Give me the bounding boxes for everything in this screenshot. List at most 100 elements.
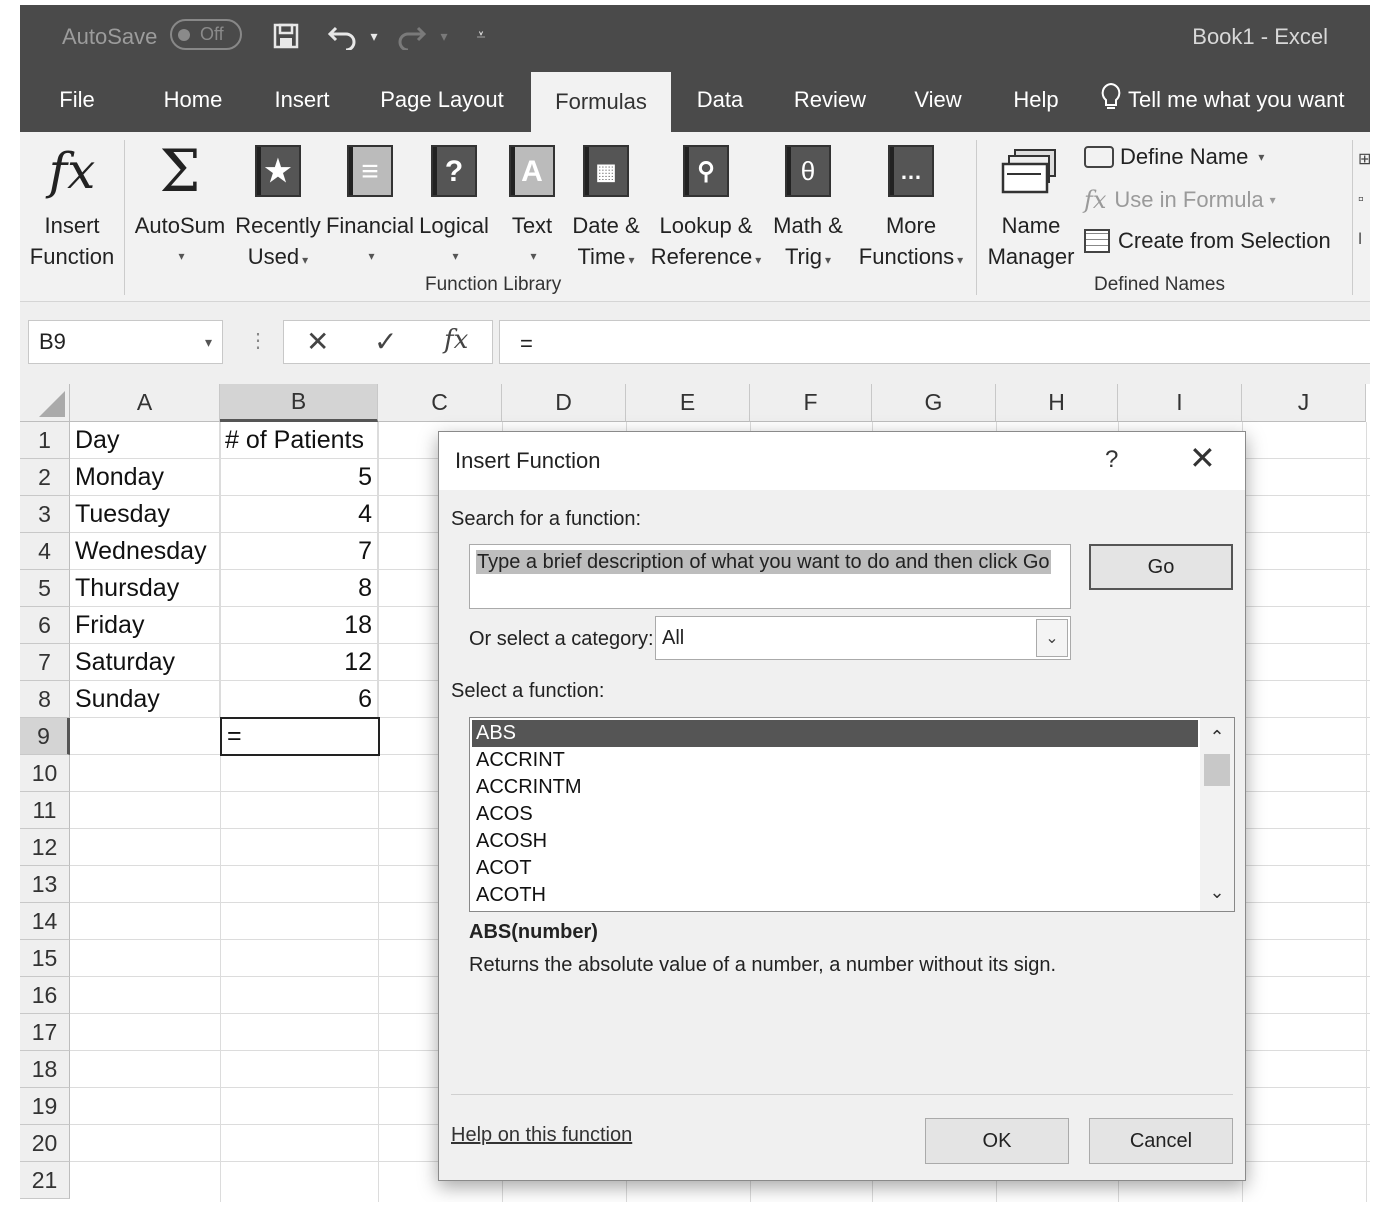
autosave-toggle[interactable]: Off (170, 19, 242, 50)
row-header[interactable]: 4 (20, 533, 70, 570)
row-header[interactable]: 19 (20, 1088, 70, 1125)
dialog-help-button[interactable]: ? (1105, 446, 1118, 474)
row-header[interactable]: 15 (20, 940, 70, 977)
dialog-close-icon[interactable]: ✕ (1189, 442, 1216, 474)
more-functions-button[interactable]: … More Functions ▾ (852, 132, 970, 276)
recently-used-button[interactable]: ★ Recently Used ▾ (234, 132, 322, 276)
row-header[interactable]: 17 (20, 1014, 70, 1051)
financial-button[interactable]: ≡ Financial ▾ (324, 132, 416, 272)
ok-button[interactable]: OK (925, 1118, 1069, 1164)
select-all-corner[interactable] (20, 384, 70, 422)
row-header[interactable]: 2 (20, 459, 70, 496)
row-header[interactable]: 21 (20, 1162, 70, 1199)
cell-b1[interactable]: # of Patients (220, 422, 378, 459)
row-header[interactable]: 12 (20, 829, 70, 866)
function-list-scrollbar[interactable]: ⌃ ⌄ (1200, 718, 1234, 911)
cell-b7[interactable]: 12 (220, 644, 378, 681)
cell-b3[interactable]: 4 (220, 496, 378, 533)
cell-a2[interactable]: Monday (70, 459, 220, 496)
row-header[interactable]: 5 (20, 570, 70, 607)
column-header-c[interactable]: C (378, 384, 502, 422)
list-item[interactable]: ACCRINT (472, 747, 1198, 774)
tab-view[interactable]: View (904, 68, 972, 132)
create-from-selection-button[interactable]: Create from Selection (1084, 228, 1331, 254)
cancel-button[interactable]: Cancel (1089, 1118, 1233, 1164)
cell-a3[interactable]: Tuesday (70, 496, 220, 533)
column-header-h[interactable]: H (996, 384, 1118, 422)
insert-function-button[interactable]: fx Insert Function (24, 132, 120, 272)
function-list[interactable]: ABS ACCRINT ACCRINTM ACOS ACOSH ACOT ACO… (469, 717, 1235, 912)
row-header[interactable]: 10 (20, 755, 70, 792)
cell-a1[interactable]: Day (70, 422, 220, 459)
cell-a7[interactable]: Saturday (70, 644, 220, 681)
cell-b4[interactable]: 7 (220, 533, 378, 570)
cell-b8[interactable]: 6 (220, 681, 378, 718)
row-header[interactable]: 7 (20, 644, 70, 681)
row-header[interactable]: 20 (20, 1125, 70, 1162)
tab-formulas[interactable]: Formulas (531, 72, 671, 132)
help-on-function-link[interactable]: Help on this function (451, 1124, 632, 1147)
name-manager-button[interactable]: Name Manager (982, 132, 1080, 272)
insert-function-fx-icon[interactable]: fx (444, 325, 468, 355)
text-button[interactable]: A Text ▾ (502, 132, 562, 272)
row-header[interactable]: 6 (20, 607, 70, 644)
lookup-reference-button[interactable]: ⚲ Lookup & Reference ▾ (648, 132, 764, 276)
row-header[interactable]: 9 (20, 718, 70, 755)
list-item-selected[interactable]: ABS (472, 720, 1198, 747)
scroll-down-icon[interactable]: ⌄ (1200, 877, 1234, 907)
redo-dropdown-icon[interactable]: ▾ (434, 19, 454, 53)
tab-file[interactable]: File (42, 68, 112, 132)
tab-data[interactable]: Data (684, 68, 756, 132)
column-header-f[interactable]: F (750, 384, 872, 422)
row-header[interactable]: 13 (20, 866, 70, 903)
list-item[interactable]: ACOSH (472, 828, 1198, 855)
tab-home[interactable]: Home (148, 68, 238, 132)
cell-b2[interactable]: 5 (220, 459, 378, 496)
search-function-input[interactable]: Type a brief description of what you wan… (469, 544, 1071, 609)
column-header-b[interactable]: B (220, 384, 378, 422)
list-item[interactable]: ACOT (472, 855, 1198, 882)
list-item[interactable]: ACCRINTM (472, 774, 1198, 801)
tell-me-search[interactable]: Tell me what you want (1100, 68, 1370, 132)
list-item[interactable]: ACOTH (472, 882, 1198, 909)
row-header[interactable]: 8 (20, 681, 70, 718)
row-header[interactable]: 18 (20, 1051, 70, 1088)
tab-insert[interactable]: Insert (260, 68, 344, 132)
undo-dropdown-icon[interactable]: ▾ (364, 19, 384, 53)
name-box-dropdown-icon[interactable]: ▾ (205, 334, 212, 351)
chevron-down-icon[interactable]: ⌄ (1036, 619, 1068, 657)
math-trig-button[interactable]: θ Math & Trig ▾ (768, 132, 848, 276)
name-box[interactable]: B9 ▾ (28, 320, 223, 364)
autosum-button[interactable]: Σ AutoSum ▾ (132, 132, 228, 272)
scroll-thumb[interactable] (1204, 754, 1230, 786)
column-header-a[interactable]: A (70, 384, 220, 422)
go-button[interactable]: Go (1089, 544, 1233, 590)
cell-a8[interactable]: Sunday (70, 681, 220, 718)
formula-input[interactable]: = (499, 320, 1370, 364)
redo-icon[interactable] (392, 19, 432, 53)
save-icon[interactable] (268, 19, 304, 53)
cell-a6[interactable]: Friday (70, 607, 220, 644)
logical-button[interactable]: ? Logical ▾ (416, 132, 492, 272)
tab-review[interactable]: Review (782, 68, 878, 132)
cell-a4[interactable]: Wednesday (70, 533, 220, 570)
list-item[interactable]: ACOS (472, 801, 1198, 828)
cell-b6[interactable]: 18 (220, 607, 378, 644)
column-header-g[interactable]: G (872, 384, 996, 422)
formula-auditing-icons[interactable]: ⊞ ▫ ǀ (1358, 140, 1370, 260)
row-header[interactable]: 3 (20, 496, 70, 533)
define-name-button[interactable]: Define Name ▾ (1084, 144, 1264, 170)
column-header-d[interactable]: D (502, 384, 626, 422)
category-select[interactable]: All ⌄ (655, 616, 1071, 660)
row-header[interactable]: 11 (20, 792, 70, 829)
date-time-button[interactable]: ▦ Date & Time ▾ (568, 132, 644, 276)
cancel-entry-icon[interactable]: ✕ (306, 325, 329, 358)
enter-checkmark-icon[interactable]: ✓ (374, 325, 397, 358)
use-in-formula-button[interactable]: fx Use in Formula ▾ (1084, 186, 1276, 214)
undo-icon[interactable] (322, 19, 362, 53)
column-header-j[interactable]: J (1242, 384, 1366, 422)
cell-a5[interactable]: Thursday (70, 570, 220, 607)
customize-toolbar-icon[interactable]: ⩡ (470, 19, 492, 53)
row-header[interactable]: 14 (20, 903, 70, 940)
column-header-e[interactable]: E (626, 384, 750, 422)
